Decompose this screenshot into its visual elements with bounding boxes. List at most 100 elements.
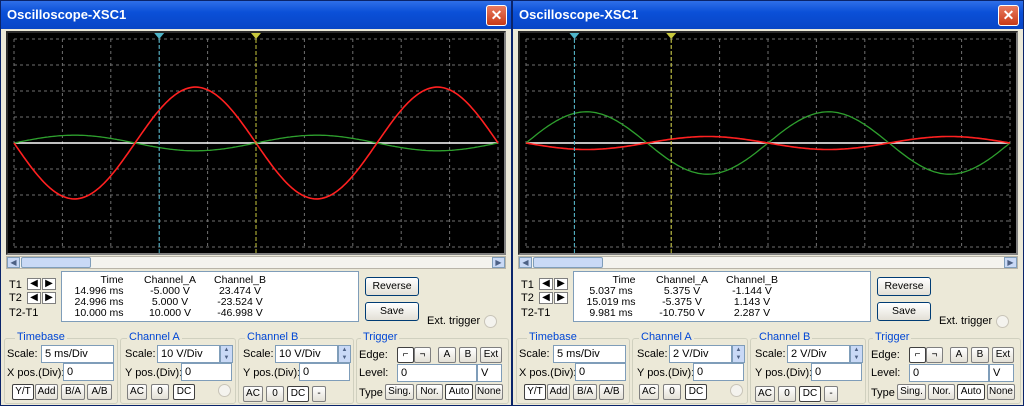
channel-a-terminal[interactable] — [218, 384, 231, 397]
channel-a-ac-button[interactable]: AC — [639, 384, 659, 400]
trigger-none-button[interactable]: None — [475, 384, 503, 400]
trigger-a-button[interactable]: A — [950, 347, 968, 363]
channel-a-ypos-field[interactable]: 0 — [181, 363, 232, 381]
channel-b-dc-button[interactable]: DC — [799, 386, 821, 402]
channel-a-spinner-icon[interactable]: ▲ ▼ — [220, 345, 233, 363]
timebase-scale-field[interactable]: 5 ms/Div — [41, 345, 114, 363]
mode-ba-button[interactable]: B/A — [61, 384, 85, 400]
channel-a-terminal[interactable] — [730, 384, 743, 397]
mode-ba-button[interactable]: B/A — [573, 384, 597, 400]
scroll-left-icon[interactable]: ◀ — [7, 257, 20, 268]
channel-a-ypos-label: Y pos.(Div): — [125, 367, 183, 379]
trigger-ext-button[interactable]: Ext — [992, 347, 1014, 363]
scroll-thumb[interactable] — [533, 257, 603, 268]
trigger-normal-button[interactable]: Nor. — [928, 384, 955, 400]
x-icon: ✕ — [490, 7, 503, 23]
channel-b-dc-button[interactable]: DC — [287, 386, 309, 402]
trigger-a-button[interactable]: A — [438, 347, 456, 363]
channel-b-invert-button[interactable]: - — [312, 386, 326, 402]
t2-right-arrow-icon[interactable]: ▶ — [554, 292, 568, 304]
scroll-right-icon[interactable]: ▶ — [492, 257, 505, 268]
oscilloscope-window-left: Oscilloscope-XSC1 ✕ ◀ ▶ T1 T2 T2-T1 ◀ ▶ … — [0, 0, 512, 406]
channel-a-ac-button[interactable]: AC — [127, 384, 147, 400]
mode-ab-button[interactable]: A/B — [87, 384, 112, 400]
save-button[interactable]: Save — [877, 302, 931, 321]
channel-b-spinner-icon[interactable]: ▲ ▼ — [850, 345, 863, 363]
t2-left-arrow-icon[interactable]: ◀ — [27, 292, 41, 304]
channel-b-title: Channel B — [245, 331, 301, 343]
mode-yt-button[interactable]: Y/T — [12, 384, 34, 400]
t1-right-arrow-icon[interactable]: ▶ — [554, 278, 568, 290]
edge-label: Edge: — [359, 349, 388, 361]
time-scrollbar[interactable]: ◀ ▶ — [518, 256, 1018, 269]
t1-left-arrow-icon[interactable]: ◀ — [539, 278, 553, 290]
channel-a-scale-field[interactable]: 10 V/Div — [157, 345, 220, 363]
channel-b-scale-field[interactable]: 10 V/Div — [275, 345, 338, 363]
trigger-level-field[interactable]: 0 — [397, 364, 477, 382]
falling-edge-icon[interactable]: ¬ — [926, 347, 943, 363]
xpos-field[interactable]: 0 — [63, 363, 114, 381]
channel-a-dc-button[interactable]: DC — [173, 384, 195, 400]
level-label: Level: — [359, 367, 389, 379]
xpos-field[interactable]: 0 — [575, 363, 626, 381]
trigger-none-button[interactable]: None — [987, 384, 1015, 400]
mode-add-button[interactable]: Add — [547, 384, 570, 400]
channel-b-ypos-field[interactable]: 0 — [811, 363, 862, 381]
channel-b-scale-field[interactable]: 2 V/Div — [787, 345, 850, 363]
channel-a-zero-button[interactable]: 0 — [663, 384, 681, 400]
channel-a-ypos-field[interactable]: 0 — [693, 363, 744, 381]
readout-delta-channel-a: 10.000 V — [148, 307, 192, 319]
rising-edge-icon[interactable]: ⌐ — [909, 347, 926, 363]
close-button[interactable]: ✕ — [486, 5, 507, 26]
channel-b-ac-button[interactable]: AC — [755, 386, 775, 402]
falling-edge-icon[interactable]: ¬ — [414, 347, 431, 363]
channel-b-ypos-field[interactable]: 0 — [299, 363, 350, 381]
mode-ab-button[interactable]: A/B — [599, 384, 624, 400]
oscilloscope-screen — [6, 31, 506, 255]
close-button[interactable]: ✕ — [998, 5, 1019, 26]
trigger-auto-button[interactable]: Auto — [445, 384, 473, 400]
cursor-readout-table: Time Channel_A Channel_B 14.996 ms -5.00… — [61, 271, 359, 322]
scroll-left-icon[interactable]: ◀ — [519, 257, 532, 268]
save-button[interactable]: Save — [365, 302, 419, 321]
channel-a-scale-field[interactable]: 2 V/Div — [669, 345, 732, 363]
t2-left-arrow-icon[interactable]: ◀ — [539, 292, 553, 304]
channel-b-spinner-icon[interactable]: ▲ ▼ — [338, 345, 351, 363]
rising-edge-icon[interactable]: ⌐ — [397, 347, 414, 363]
reverse-button[interactable]: Reverse — [877, 277, 931, 296]
trigger-b-button[interactable]: B — [459, 347, 477, 363]
level-label: Level: — [871, 367, 901, 379]
ext-trigger-label: Ext. trigger — [939, 315, 993, 327]
channel-a-zero-button[interactable]: 0 — [151, 384, 169, 400]
channel-b-ypos-label: Y pos.(Div): — [243, 367, 301, 379]
channel-b-zero-button[interactable]: 0 — [266, 386, 284, 402]
reverse-button[interactable]: Reverse — [365, 277, 419, 296]
trigger-auto-button[interactable]: Auto — [957, 384, 985, 400]
channel-a-spinner-icon[interactable]: ▲ ▼ — [732, 345, 745, 363]
scroll-right-icon[interactable]: ▶ — [1004, 257, 1017, 268]
mode-yt-button[interactable]: Y/T — [524, 384, 546, 400]
t2-right-arrow-icon[interactable]: ▶ — [42, 292, 56, 304]
channel-b-ac-button[interactable]: AC — [243, 386, 263, 402]
trigger-b-button[interactable]: B — [971, 347, 989, 363]
readout-delta-time: 9.981 ms — [589, 307, 633, 319]
time-scrollbar[interactable]: ◀ ▶ — [6, 256, 506, 269]
trigger-ext-button[interactable]: Ext — [480, 347, 502, 363]
channel-a-dc-button[interactable]: DC — [685, 384, 707, 400]
trigger-normal-button[interactable]: Nor. — [416, 384, 443, 400]
timebase-scale-field[interactable]: 5 ms/Div — [553, 345, 626, 363]
trigger-single-button[interactable]: Sing. — [897, 384, 926, 400]
trigger-single-button[interactable]: Sing. — [385, 384, 414, 400]
mode-add-button[interactable]: Add — [35, 384, 58, 400]
t1-left-arrow-icon[interactable]: ◀ — [27, 278, 41, 290]
channel-b-invert-button[interactable]: - — [824, 386, 838, 402]
ext-trigger-terminal[interactable] — [484, 315, 497, 328]
channel-b-scale-label: Scale: — [755, 348, 786, 360]
scroll-thumb[interactable] — [21, 257, 91, 268]
channel-b-zero-button[interactable]: 0 — [778, 386, 796, 402]
trigger-level-field[interactable]: 0 — [909, 364, 989, 382]
ext-trigger-terminal[interactable] — [996, 315, 1009, 328]
trigger-level-unit[interactable]: V — [477, 364, 502, 382]
t1-right-arrow-icon[interactable]: ▶ — [42, 278, 56, 290]
trigger-level-unit[interactable]: V — [989, 364, 1014, 382]
